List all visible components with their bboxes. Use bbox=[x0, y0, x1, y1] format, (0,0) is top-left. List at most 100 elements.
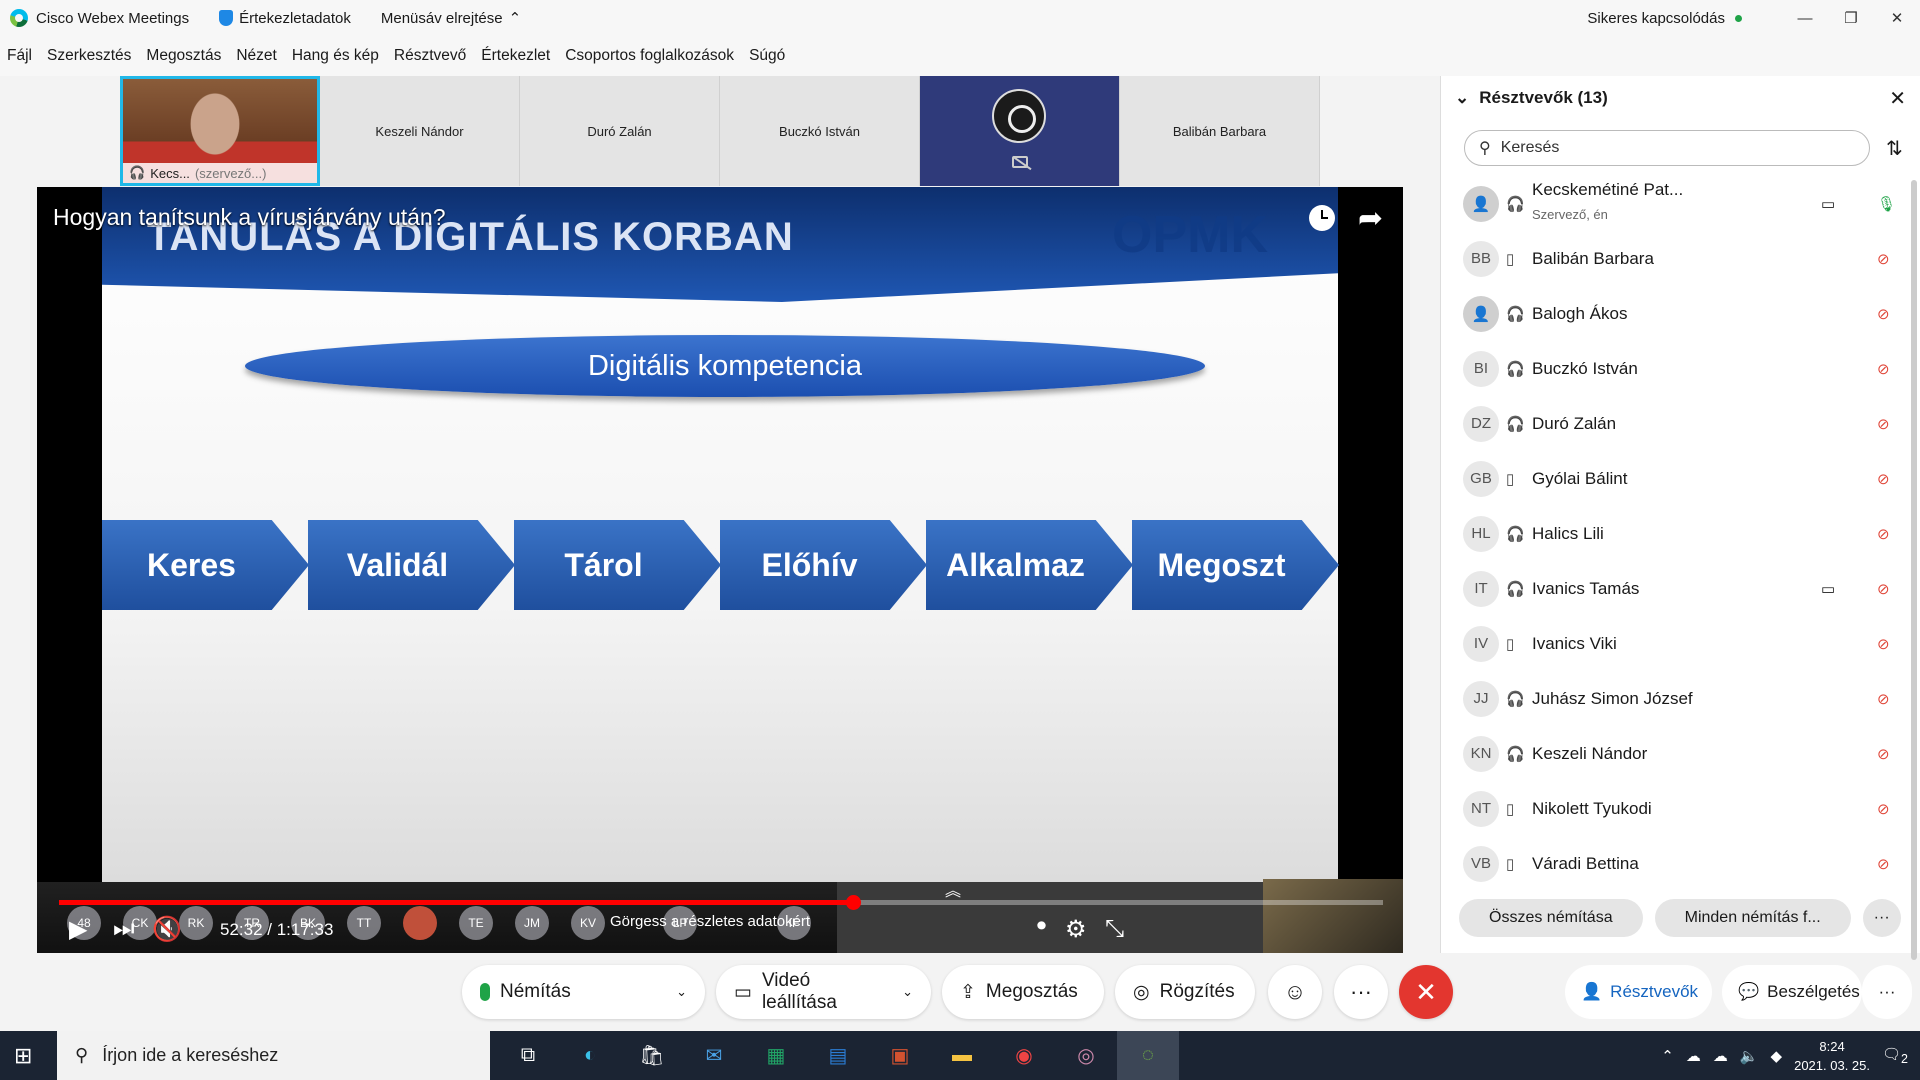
participant-row[interactable]: BI 🎧 Buczkó István ⊘ bbox=[1441, 341, 1911, 396]
participant-row[interactable]: VB ▯ Váradi Bettina ⊘ bbox=[1441, 836, 1911, 891]
participant-row[interactable]: IT 🎧 Ivanics Tamás ▭ ⊘ bbox=[1441, 561, 1911, 616]
microphone-muted-icon[interactable]: ⊘ bbox=[1877, 250, 1890, 268]
chevron-up-icon[interactable]: ⌃ bbox=[1661, 1047, 1674, 1065]
participant-row[interactable]: IV ▯ Ivanics Viki ⊘ bbox=[1441, 616, 1911, 671]
panel-scrollbar[interactable] bbox=[1911, 180, 1917, 960]
microphone-muted-icon[interactable]: ⊘ bbox=[1877, 690, 1890, 708]
thumbnail-obs[interactable] bbox=[920, 76, 1120, 186]
powerpoint-icon[interactable]: ▣ bbox=[869, 1031, 931, 1080]
shared-video[interactable]: TANULÁS A DIGITÁLIS KORBAN OPMK Digitáli… bbox=[37, 187, 1403, 953]
microphone-muted-icon[interactable]: ⊘ bbox=[1877, 415, 1890, 433]
unmute-all-button[interactable]: Minden némítás f... bbox=[1654, 899, 1851, 937]
menu-meeting[interactable]: Értekezlet bbox=[481, 47, 550, 65]
microphone-muted-icon[interactable]: ⊘ bbox=[1877, 635, 1890, 653]
participant-search-input[interactable]: ⚲ Keresés bbox=[1464, 130, 1870, 166]
participant-row[interactable]: 👤 🎧 Balogh Ákos ⊘ bbox=[1441, 286, 1911, 341]
chat-button[interactable]: 💬 Beszélgetés bbox=[1722, 965, 1862, 1019]
participant-row[interactable]: 👤 🎧 Kecskemétiné Pat... Szervező, én ▭ 🎙 bbox=[1441, 176, 1911, 231]
chevron-down-icon[interactable]: ⌄ bbox=[902, 984, 913, 1000]
thumbnail-name: Keszeli Nándor bbox=[375, 123, 464, 139]
record-button[interactable]: ◎ Rögzítés bbox=[1115, 965, 1255, 1019]
thumbnail-participant[interactable]: Keszeli Nándor bbox=[320, 76, 520, 186]
store-icon[interactable]: 🛍 bbox=[621, 1031, 683, 1080]
mute-all-button[interactable]: Összes némítása bbox=[1459, 899, 1643, 937]
microphone-muted-icon[interactable]: ⊘ bbox=[1877, 360, 1890, 378]
autoplay-toggle-icon[interactable]: ⏺ bbox=[1037, 915, 1046, 936]
leave-meeting-button[interactable]: ✕ bbox=[1399, 965, 1453, 1019]
panel-header[interactable]: ⌄ Résztvevők (13) bbox=[1455, 88, 1608, 108]
dropbox-icon[interactable]: ◆ bbox=[1771, 1047, 1783, 1065]
video-title[interactable]: Hogyan tanítsunk a vírusjárvány után? bbox=[53, 204, 446, 231]
microphone-muted-icon[interactable]: ⊘ bbox=[1877, 800, 1890, 818]
menu-breakout[interactable]: Csoportos foglalkozások bbox=[565, 47, 734, 65]
participant-row[interactable]: GB ▯ Gyólai Bálint ⊘ bbox=[1441, 451, 1911, 506]
double-chevron-up-icon[interactable]: ︽ bbox=[945, 877, 961, 901]
participant-row[interactable]: HL 🎧 Halics Lili ⊘ bbox=[1441, 506, 1911, 561]
participant-row[interactable]: JJ 🎧 Juhász Simon József ⊘ bbox=[1441, 671, 1911, 726]
microphone-icon[interactable]: 🎙 bbox=[1877, 195, 1896, 213]
more-icon[interactable]: ··· bbox=[1862, 899, 1901, 937]
task-view-icon[interactable]: ⧉ bbox=[497, 1031, 559, 1080]
participant-row[interactable]: DZ 🎧 Duró Zalán ⊘ bbox=[1441, 396, 1911, 451]
word-icon[interactable]: ▤ bbox=[807, 1031, 869, 1080]
onedrive-icon[interactable]: ☁ bbox=[1686, 1047, 1701, 1065]
chrome-icon[interactable]: ◉ bbox=[993, 1031, 1055, 1080]
menu-audio-video[interactable]: Hang és kép bbox=[292, 47, 379, 65]
video-camera-inset bbox=[1263, 879, 1403, 953]
minimize-icon[interactable]: — bbox=[1782, 0, 1828, 36]
volume-icon[interactable]: 🔈 bbox=[1740, 1047, 1759, 1065]
menu-edit[interactable]: Szerkesztés bbox=[47, 47, 131, 65]
video-progress-bar[interactable] bbox=[59, 895, 1383, 910]
microphone-muted-icon[interactable]: ⊘ bbox=[1877, 305, 1890, 323]
mute-button[interactable]: Némítás ⌄ bbox=[462, 965, 705, 1019]
microphone-muted-icon[interactable]: ⊘ bbox=[1877, 855, 1890, 873]
notifications-icon[interactable]: 🗨2 bbox=[1882, 1045, 1908, 1066]
sort-icon[interactable]: ⇅ bbox=[1886, 136, 1903, 161]
edge-icon[interactable]: ◐ bbox=[559, 1031, 621, 1080]
microphone-muted-icon[interactable]: ⊘ bbox=[1877, 745, 1890, 763]
hide-menu-button[interactable]: Menüsáv elrejtése ⌃ bbox=[381, 9, 521, 28]
share-button[interactable]: ⇪ Megosztás bbox=[942, 965, 1104, 1019]
exit-fullscreen-icon[interactable]: ⤡ bbox=[1105, 915, 1124, 943]
menu-share[interactable]: Megosztás bbox=[146, 47, 221, 65]
more-options-button[interactable]: ··· bbox=[1334, 965, 1388, 1019]
chevron-down-icon[interactable]: ⌄ bbox=[676, 984, 687, 1000]
menu-view[interactable]: Nézet bbox=[236, 47, 277, 65]
onedrive-icon[interactable]: ☁ bbox=[1713, 1047, 1728, 1065]
microphone-muted-icon[interactable]: ⊘ bbox=[1877, 525, 1890, 543]
restore-icon[interactable]: ❐ bbox=[1828, 0, 1874, 36]
play-icon[interactable]: ▶ bbox=[69, 915, 87, 944]
thumbnail-participant[interactable]: Balibán Barbara bbox=[1120, 76, 1320, 186]
participant-row[interactable]: BB ▯ Balibán Barbara ⊘ bbox=[1441, 231, 1911, 286]
participants-button[interactable]: 👤 Résztvevők bbox=[1565, 965, 1712, 1019]
menu-participant[interactable]: Résztvevő bbox=[394, 47, 466, 65]
participant-row[interactable]: NT ▯ Nikolett Tyukodi ⊘ bbox=[1441, 781, 1911, 836]
reactions-button[interactable]: ☺ bbox=[1268, 965, 1322, 1019]
excel-icon[interactable]: ▦ bbox=[745, 1031, 807, 1080]
taskbar-search-input[interactable]: ⚲ Írjon ide a kereséshez bbox=[57, 1031, 490, 1080]
share-arrow-icon[interactable]: ➦ bbox=[1358, 201, 1383, 236]
menu-file[interactable]: Fájl bbox=[7, 47, 32, 65]
volume-muted-icon[interactable]: 🔇 bbox=[152, 915, 182, 944]
microphone-muted-icon[interactable]: ⊘ bbox=[1877, 470, 1890, 488]
menu-help[interactable]: Súgó bbox=[749, 47, 785, 65]
close-window-icon[interactable]: ✕ bbox=[1874, 0, 1920, 36]
app-icon[interactable]: ◎ bbox=[1055, 1031, 1117, 1080]
windows-start-icon[interactable]: ⊞ bbox=[14, 1043, 32, 1069]
file-explorer-icon[interactable]: ▬ bbox=[931, 1031, 993, 1080]
next-icon[interactable]: ⏭ bbox=[113, 915, 135, 943]
thumbnail-participant[interactable]: Duró Zalán bbox=[520, 76, 720, 186]
thumbnail-participant[interactable]: Buczkó István bbox=[720, 76, 920, 186]
taskbar-clock[interactable]: 8:24 2021. 03. 25. bbox=[1794, 1037, 1870, 1075]
mail-icon[interactable]: ✉ bbox=[683, 1031, 745, 1080]
webex-taskbar-icon[interactable]: ◌ bbox=[1117, 1031, 1179, 1080]
microphone-muted-icon[interactable]: ⊘ bbox=[1877, 580, 1890, 598]
self-thumbnail[interactable]: 🎧 Kecs... (szervező...) bbox=[120, 76, 320, 186]
stop-video-button[interactable]: ▭ Videó leállítása ⌄ bbox=[716, 965, 931, 1019]
panel-more-button[interactable]: ··· bbox=[1862, 965, 1912, 1019]
settings-icon[interactable]: ⚙ bbox=[1065, 915, 1087, 944]
participant-row[interactable]: KN 🎧 Keszeli Nándor ⊘ bbox=[1441, 726, 1911, 781]
watch-later-icon[interactable] bbox=[1309, 205, 1335, 231]
meeting-info-button[interactable]: Értekezletadatok bbox=[219, 10, 351, 27]
close-panel-icon[interactable]: ✕ bbox=[1889, 86, 1906, 111]
